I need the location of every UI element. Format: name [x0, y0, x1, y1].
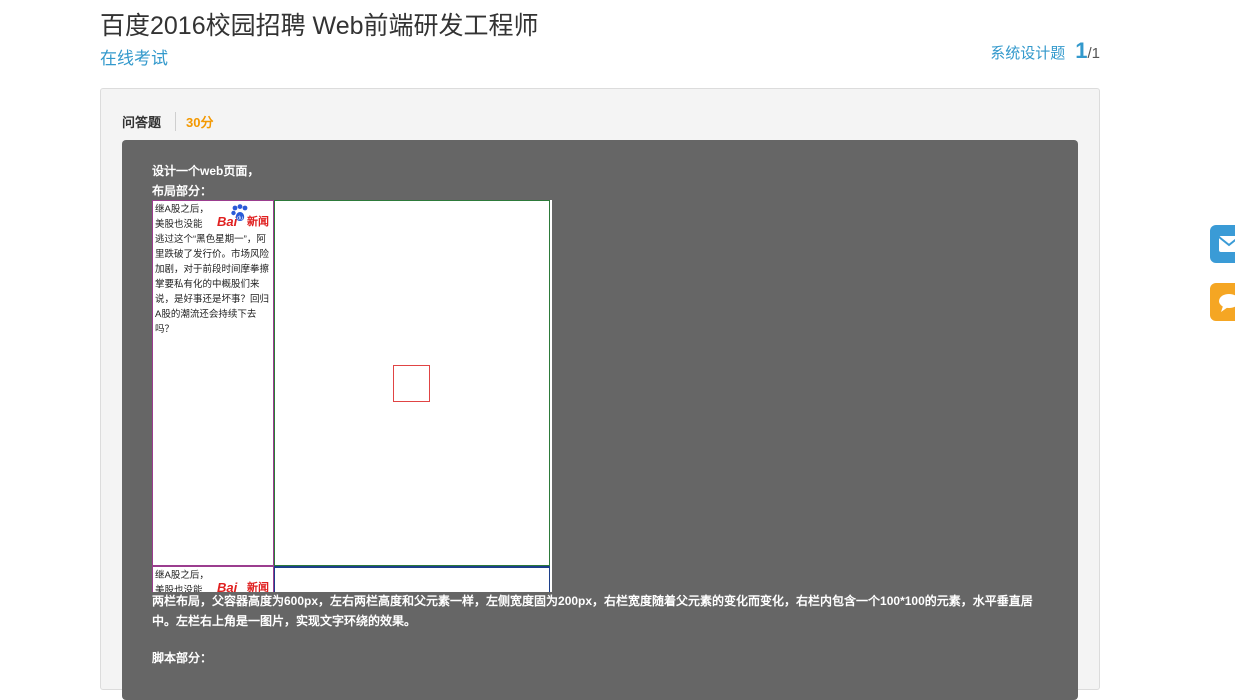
question-score: 30分 [186, 114, 214, 130]
demo-left-column: Bai du 新闻 继A股之后，美股也没能逃过这个“黑色星期一”，阿里跌破了发行… [152, 200, 274, 566]
question-line-2: 布局部分： [152, 184, 213, 198]
question-header: 问答题 30分 [122, 110, 213, 132]
question-line-script: 脚本部分： [152, 651, 213, 665]
question-line-1: 设计一个web页面， [152, 164, 260, 178]
demo-centered-box [393, 365, 430, 402]
chat-button[interactable] [1210, 283, 1235, 321]
chat-bubble-icon [1219, 294, 1235, 312]
online-exam-link[interactable]: 在线考试 [100, 44, 168, 69]
question-type: 问答题 [122, 111, 177, 131]
envelope-icon [1218, 236, 1235, 252]
demo-row: Bai du 新闻 继A股之后，美股也没能逃过这个“黑色星期一”，阿里跌破了发行… [152, 200, 550, 566]
layout-demo-image: Bai du 新闻 继A股之后，美股也没能逃过这个“黑色星期一”，阿里跌破了发行… [152, 200, 552, 592]
demo-right-column [274, 566, 550, 592]
question-description: 两栏布局，父容器高度为600px，左右两栏高度和父元素一样，左侧宽度固为200p… [152, 594, 1033, 628]
svg-text:du: du [237, 216, 243, 222]
question-body: 设计一个web页面， 布局部分： Bai du 新闻 继A股之后，美股也没能逃过… [122, 140, 1078, 700]
baidu-news-logo: Bai 新闻 [217, 580, 269, 592]
demo-left-column: Bai 新闻 继A股之后，美股也没能逃 [152, 566, 274, 592]
demo-row: Bai 新闻 继A股之后，美股也没能逃 [152, 566, 550, 592]
section-label: 系统设计题 [990, 45, 1066, 62]
mail-button[interactable] [1210, 225, 1235, 263]
demo-right-column [274, 200, 550, 566]
current-question-number: 1 [1075, 38, 1088, 63]
question-progress: 系统设计题 1/1 [990, 38, 1100, 64]
total-questions: 1 [1091, 45, 1100, 62]
baidu-news-logo: Bai du 新闻 [215, 204, 271, 230]
demo-left-text: 继A股之后，美股也没能逃 [155, 570, 209, 592]
exam-title: 百度2016校园招聘 Web前端研发工程师 [100, 12, 539, 40]
question-panel: 问答题 30分 设计一个web页面， 布局部分： Bai du 新闻 继A股之后… [100, 88, 1100, 700]
